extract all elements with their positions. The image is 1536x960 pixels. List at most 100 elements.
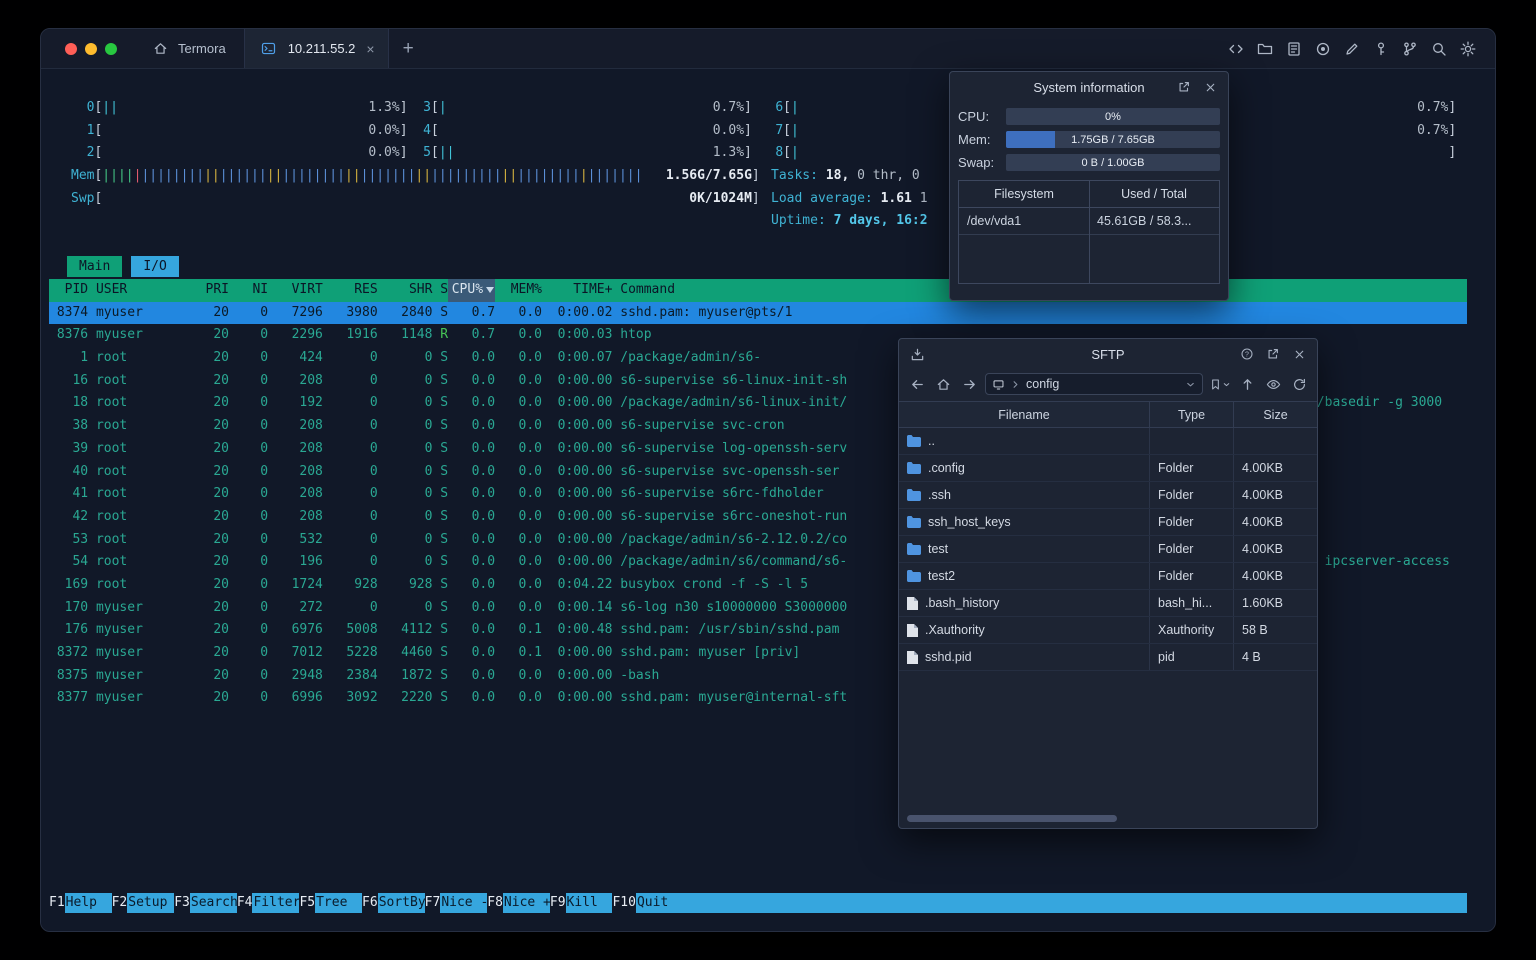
search-icon[interactable] — [1428, 38, 1450, 60]
htop-tab-main[interactable]: Main — [67, 256, 123, 277]
file-row[interactable]: sshd.pid pid 4 B — [899, 644, 1317, 671]
column-header-pid[interactable]: PID — [49, 279, 88, 302]
process-time: 0:00.02 — [557, 304, 613, 320]
fkey-label-f8[interactable]: Nice + — [503, 893, 551, 913]
fkey-label-f10[interactable]: Quit — [636, 893, 683, 913]
horizontal-scrollbar[interactable] — [903, 813, 1313, 824]
column-header-shr[interactable]: SHR — [378, 279, 432, 302]
breadcrumb-segment[interactable]: config — [1026, 377, 1059, 391]
column-header-ni[interactable]: NI — [229, 279, 268, 302]
fkey-f5[interactable]: F5 — [299, 893, 316, 913]
close-tab-icon[interactable]: × — [366, 42, 374, 56]
bookmark-button[interactable] — [1209, 378, 1231, 391]
file-row[interactable]: ssh_host_keys Folder 4.00KB — [899, 509, 1317, 536]
cpu-percent: 0.0% — [368, 122, 400, 138]
refresh-icon[interactable] — [1289, 374, 1309, 394]
close-window-button[interactable] — [65, 42, 77, 55]
process-ni: 0 — [260, 350, 269, 366]
fkey-f10[interactable]: F10 — [612, 893, 636, 913]
meter-body: 0.0% — [439, 120, 744, 143]
process-mem: 0.0 — [518, 599, 542, 615]
column-header-res[interactable]: RES — [323, 279, 377, 302]
open-in-new-icon[interactable] — [1263, 344, 1283, 364]
back-icon[interactable] — [907, 374, 927, 394]
column-filename[interactable]: Filename — [899, 402, 1149, 427]
file-row[interactable]: test2 Folder 4.00KB — [899, 563, 1317, 590]
process-res: 928 — [354, 576, 378, 592]
column-header-mem[interactable]: MEM% — [495, 279, 542, 302]
column-header-virt[interactable]: VIRT — [268, 279, 323, 302]
fkey-f4[interactable]: F4 — [236, 893, 253, 913]
chevron-down-icon[interactable] — [1185, 379, 1196, 390]
process-state: S — [440, 418, 449, 434]
process-mem: 0.0 — [518, 418, 542, 434]
command-text: sshd.pam: myuser@pts/1 — [620, 304, 793, 320]
fkey-f6[interactable]: F6 — [362, 893, 378, 913]
fkey-f3[interactable]: F3 — [174, 893, 190, 913]
fkey-f8[interactable]: F8 — [487, 893, 503, 913]
filesystem-row[interactable]: /dev/vda1 45.61GB / 58.3... — [959, 208, 1219, 235]
record-icon[interactable] — [1312, 38, 1334, 60]
column-header-user[interactable]: USER — [88, 279, 174, 302]
scrollbar-thumb[interactable] — [907, 815, 1117, 822]
home-tab-label: Termora — [178, 41, 226, 56]
file-row[interactable]: .Xauthority Xauthority 58 B — [899, 617, 1317, 644]
fkey-f7[interactable]: F7 — [424, 893, 441, 913]
cpu-id: 1 — [86, 122, 95, 138]
file-row[interactable]: .config Folder 4.00KB — [899, 455, 1317, 482]
tab-session[interactable]: 10.211.55.2 × — [243, 29, 389, 68]
fkey-f2[interactable]: F2 — [111, 893, 128, 913]
column-header-pri[interactable]: PRI — [174, 279, 229, 302]
branch-icon[interactable] — [1399, 38, 1421, 60]
log-icon[interactable] — [1283, 38, 1305, 60]
fkey-label-f1[interactable]: Help — [65, 893, 112, 913]
meter-segment: |||||| — [219, 168, 267, 184]
sort-indicator-icon — [486, 287, 495, 294]
maximize-window-button[interactable] — [105, 42, 117, 55]
path-breadcrumb[interactable]: config — [985, 373, 1203, 395]
file-row[interactable]: .bash_history bash_hi... 1.60KB — [899, 590, 1317, 617]
htop-tab-io[interactable]: I/O — [131, 256, 179, 277]
fkey-f9[interactable]: F9 — [549, 893, 566, 913]
fkey-label-f7[interactable]: Nice - — [440, 893, 488, 913]
column-header-cpu[interactable]: CPU% — [448, 279, 496, 302]
show-hidden-files-icon[interactable] — [1263, 374, 1283, 394]
key-icon[interactable] — [1370, 38, 1392, 60]
fkey-f1[interactable]: F1 — [49, 893, 65, 913]
close-icon[interactable] — [1200, 77, 1220, 97]
tab-home[interactable]: Termora — [131, 29, 244, 68]
column-type[interactable]: Type — [1149, 402, 1233, 427]
process-pid: 8375 — [56, 667, 89, 683]
fkey-label-f4[interactable]: Filter — [252, 893, 300, 913]
file-row[interactable]: .. — [899, 428, 1317, 455]
upload-icon[interactable] — [1237, 374, 1257, 394]
fkey-label-f2[interactable]: Setup — [127, 893, 174, 913]
code-snippets-icon[interactable] — [1225, 38, 1247, 60]
process-row[interactable]: 8374 myuser 20 0 7296 3980 2840 S 0.7 0.0 0:00.02 s… — [49, 301, 1467, 325]
help-icon[interactable]: ? — [1237, 344, 1257, 364]
edit-icon[interactable] — [1341, 38, 1363, 60]
folder-icon[interactable] — [1254, 38, 1276, 60]
column-size[interactable]: Size — [1233, 402, 1317, 427]
minimize-window-button[interactable] — [85, 42, 97, 55]
forward-icon[interactable] — [959, 374, 979, 394]
filesystem-table: Filesystem Used / Total /dev/vda1 45.61G… — [958, 180, 1220, 284]
transfers-icon[interactable] — [907, 344, 927, 364]
process-pri: 20 — [213, 576, 229, 592]
home-icon[interactable] — [933, 374, 953, 394]
fkey-label-f6[interactable]: SortBy — [378, 893, 426, 913]
settings-icon[interactable] — [1457, 38, 1479, 60]
cpu-percent: 0.0% — [368, 145, 400, 161]
new-tab-button[interactable]: + — [389, 29, 428, 68]
file-row[interactable]: test Folder 4.00KB — [899, 536, 1317, 563]
close-icon[interactable] — [1289, 344, 1309, 364]
open-in-new-icon[interactable] — [1174, 77, 1194, 97]
titlebar: Termora 10.211.55.2 × + — [41, 29, 1495, 69]
file-row[interactable]: .ssh Folder 4.00KB — [899, 482, 1317, 509]
column-header-s[interactable]: S — [432, 279, 448, 302]
fkey-label-f5[interactable]: Tree — [315, 893, 362, 913]
process-user: root — [95, 440, 128, 456]
fkey-label-f3[interactable]: Search — [190, 893, 238, 913]
fkey-label-f9[interactable]: Kill — [566, 893, 613, 913]
column-header-time[interactable]: TIME+ — [542, 279, 612, 302]
